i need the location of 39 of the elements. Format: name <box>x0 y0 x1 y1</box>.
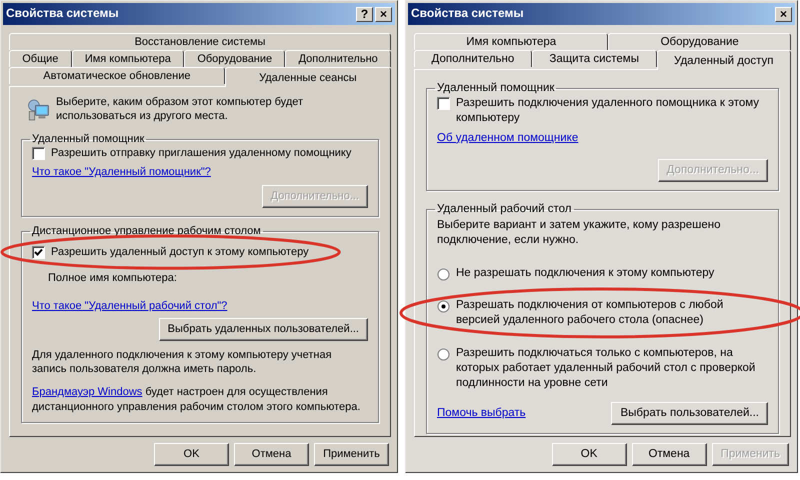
dialog-button[interactable]: Отмена <box>234 443 309 466</box>
help-link[interactable]: Помочь выбрать <box>437 406 526 421</box>
checkbox[interactable]: Разрешить подключения удаленного помощника к этому компьютеру <box>437 96 768 126</box>
tab[interactable]: Имя компьютера <box>414 33 608 50</box>
info-text: Выберите вариант и затем укажите, кому разрешено подключение, если нужно. <box>437 218 722 248</box>
window-title: Свойства системы <box>6 6 120 22</box>
checkbox[interactable]: Разрешить отправку приглашения удаленному помощнику <box>32 146 352 160</box>
help-link[interactable]: Об удаленном помощнике <box>437 132 578 144</box>
dialog-button[interactable]: Выбрать удаленных пользователей... <box>158 318 368 341</box>
help-button[interactable]: ? <box>356 6 373 22</box>
tab[interactable]: Общие <box>9 50 72 67</box>
tab[interactable]: Защита системы <box>532 50 656 67</box>
help-link[interactable]: Что такое "Удаленный помощник"? <box>32 166 211 178</box>
dialog-button[interactable]: OK <box>552 443 627 466</box>
dialog-button[interactable]: Применить <box>314 443 389 466</box>
tab[interactable]: Автоматическое обновление <box>9 67 225 84</box>
close-button[interactable]: × <box>375 6 392 22</box>
info-text: Для удаленного подключения к этому компьютеру учетная запись пользователя должна иметь пароль. <box>32 348 333 376</box>
radio-button[interactable]: Разрешить подключаться только с компьютеров, на которых работает удаленный рабочий стол с проверкой подлинности на уровне сети <box>437 346 768 391</box>
dialog-button[interactable]: OK <box>154 443 229 466</box>
radio-button[interactable]: Не разрешать подключения к этому компьютеру <box>437 266 714 282</box>
intro-text: Выберите, каким образом этот компьютер будет использоваться из другого места. <box>56 95 304 124</box>
group-title: Удаленный помощник <box>436 82 556 96</box>
dialog-button[interactable]: Отмена <box>632 443 707 466</box>
field-label: Полное имя компьютера: <box>48 272 177 284</box>
firewall-link[interactable]: Брандмауэр Windows <box>32 386 142 398</box>
window-title: Свойства системы <box>411 6 525 22</box>
info-text: Брандмауэр Windows будет настроен для осуществления дистанционного управления рабочим столом этого компьютера. <box>32 385 362 414</box>
dialog-button[interactable]: Выбрать пользователей... <box>611 402 768 425</box>
tab[interactable]: Удаленные сеансы <box>224 67 391 87</box>
help-link[interactable]: Что такое "Удаленный рабочий стол"? <box>32 300 228 312</box>
tab[interactable]: Имя компьютера <box>72 50 184 67</box>
group-title: Удаленный помощник <box>31 133 146 146</box>
tab[interactable]: Удаленный доступ <box>656 50 791 70</box>
tab[interactable]: Восстановление системы <box>9 33 391 50</box>
group-title: Удаленный рабочий стол <box>436 202 573 216</box>
close-button[interactable]: × <box>775 6 792 22</box>
group-title: Дистанционное управление рабочим столом <box>31 224 262 238</box>
tab[interactable]: Дополнительно <box>414 50 532 67</box>
